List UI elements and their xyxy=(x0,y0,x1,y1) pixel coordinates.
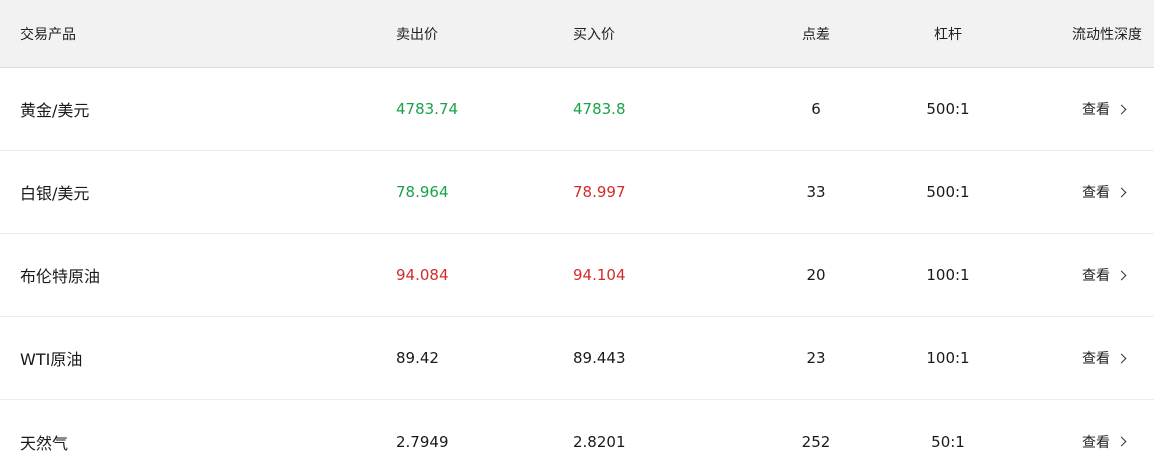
sell-price: 78.964 xyxy=(396,183,449,201)
product-name: 布伦特原油 xyxy=(20,267,101,286)
table-row: 布伦特原油 94.084 94.104 20 100:1 查看 xyxy=(0,234,1154,317)
leverage-value: 500:1 xyxy=(926,100,970,118)
leverage-value: 100:1 xyxy=(926,266,970,284)
header-leverage: 杠杆 xyxy=(934,26,962,43)
header-sell-price: 卖出价 xyxy=(396,26,438,43)
spread-value: 6 xyxy=(811,100,821,118)
table-row: WTI原油 89.42 89.443 23 100:1 查看 xyxy=(0,317,1154,400)
buy-price: 78.997 xyxy=(573,183,626,201)
view-depth-label: 查看 xyxy=(1082,351,1110,367)
view-depth-label: 查看 xyxy=(1082,102,1110,118)
buy-price: 2.8201 xyxy=(573,432,626,451)
spread-value: 33 xyxy=(806,183,826,201)
view-depth-link[interactable]: 查看 xyxy=(1082,265,1142,285)
table-row: 天然气 2.7949 2.8201 252 50:1 查看 xyxy=(0,400,1154,471)
chevron-right-icon xyxy=(1116,187,1127,197)
leverage-value: 100:1 xyxy=(926,349,970,367)
table-row: 白银/美元 78.964 78.997 33 500:1 查看 xyxy=(0,151,1154,234)
view-depth-link[interactable]: 查看 xyxy=(1082,99,1142,119)
buy-price: 4783.8 xyxy=(573,100,626,118)
product-name: 白银/美元 xyxy=(20,184,90,203)
depth-cell: 查看 xyxy=(1082,151,1142,233)
header-spread: 点差 xyxy=(802,26,830,43)
table-header: 交易产品 卖出价 买入价 点差 杠杆 流动性深度 xyxy=(0,0,1154,68)
view-depth-link[interactable]: 查看 xyxy=(1082,432,1142,452)
sell-price: 4783.74 xyxy=(396,100,459,118)
view-depth-label: 查看 xyxy=(1082,434,1110,451)
header-liquidity-depth: 流动性深度 xyxy=(1072,26,1142,43)
header-buy-price: 买入价 xyxy=(573,26,615,43)
chevron-right-icon xyxy=(1116,353,1127,363)
buy-price: 94.104 xyxy=(573,266,626,284)
buy-price: 89.443 xyxy=(573,349,626,367)
leverage-value: 50:1 xyxy=(931,432,965,451)
product-name: WTI原油 xyxy=(20,350,83,369)
product-name: 黄金/美元 xyxy=(20,101,90,120)
header-product: 交易产品 xyxy=(20,26,76,43)
view-depth-link[interactable]: 查看 xyxy=(1082,182,1142,202)
spread-value: 252 xyxy=(801,432,831,451)
view-depth-label: 查看 xyxy=(1082,185,1110,201)
table-row: 黄金/美元 4783.74 4783.8 6 500:1 查看 xyxy=(0,68,1154,151)
sell-price: 94.084 xyxy=(396,266,449,284)
depth-cell: 查看 xyxy=(1082,317,1142,399)
instrument-table: 交易产品 卖出价 买入价 点差 杠杆 流动性深度 黄金/美元 4783.74 4… xyxy=(0,0,1154,471)
leverage-value: 500:1 xyxy=(926,183,970,201)
chevron-right-icon xyxy=(1116,436,1127,447)
view-depth-label: 查看 xyxy=(1082,268,1110,284)
product-name: 天然气 xyxy=(20,433,69,453)
chevron-right-icon xyxy=(1116,104,1127,114)
sell-price: 2.7949 xyxy=(396,432,449,451)
depth-cell: 查看 xyxy=(1082,68,1142,150)
depth-cell: 查看 xyxy=(1082,234,1142,316)
view-depth-link[interactable]: 查看 xyxy=(1082,348,1142,368)
spread-value: 20 xyxy=(806,266,826,284)
spread-value: 23 xyxy=(806,349,826,367)
depth-cell: 查看 xyxy=(1082,400,1142,471)
chevron-right-icon xyxy=(1116,270,1127,280)
sell-price: 89.42 xyxy=(396,349,439,367)
